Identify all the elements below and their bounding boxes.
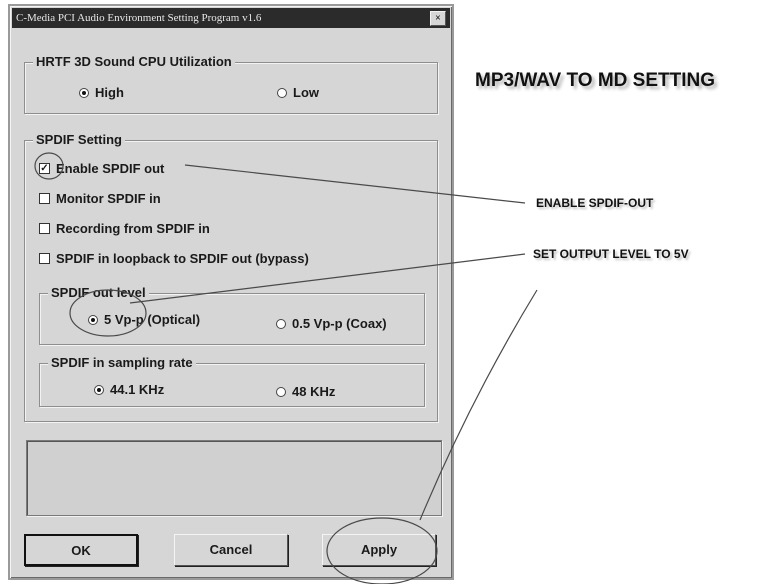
spdif-loopback-label: SPDIF in loopback to SPDIF out (bypass) xyxy=(56,251,309,266)
hrtf-legend: HRTF 3D Sound CPU Utilization xyxy=(33,54,235,69)
status-panel xyxy=(26,440,442,516)
ok-button[interactable]: OK xyxy=(24,534,138,566)
hrtf-low-radio[interactable]: Low xyxy=(277,85,319,100)
monitor-spdif-in-checkbox[interactable]: Monitor SPDIF in xyxy=(39,191,161,206)
sampling-48-radio[interactable]: 48 KHz xyxy=(276,384,335,399)
window-title: C-Media PCI Audio Environment Setting Pr… xyxy=(16,12,262,24)
enable-spdif-out-label: Enable SPDIF out xyxy=(56,161,165,176)
hrtf-group: HRTF 3D Sound CPU Utilization High Low xyxy=(24,54,438,114)
spdif-legend: SPDIF Setting xyxy=(33,132,125,147)
recording-from-spdif-in-checkbox[interactable]: Recording from SPDIF in xyxy=(39,221,210,236)
close-button[interactable]: × xyxy=(430,11,446,26)
apply-button[interactable]: Apply xyxy=(322,534,436,566)
radio-selected-icon xyxy=(88,314,98,325)
out-level-5v-radio[interactable]: 5 Vp-p (Optical) xyxy=(88,312,200,327)
sampling-48-label: 48 KHz xyxy=(292,384,336,399)
radio-unselected-icon xyxy=(276,318,286,329)
monitor-spdif-in-label: Monitor SPDIF in xyxy=(56,191,161,206)
hrtf-low-label: Low xyxy=(293,85,319,100)
out-level-5v-label: 5 Vp-p (Optical) xyxy=(104,312,201,327)
spdif-out-level-legend: SPDIF out level xyxy=(48,285,149,300)
cancel-button[interactable]: Cancel xyxy=(174,534,288,566)
checkbox-unchecked-icon xyxy=(39,193,50,204)
spdif-sampling-rate-group: SPDIF in sampling rate 44.1 KHz 48 KHz xyxy=(39,355,425,407)
settings-dialog: C-Media PCI Audio Environment Setting Pr… xyxy=(8,4,454,580)
annotation-heading: MP3/WAV TO MD SETTING xyxy=(475,70,715,91)
radio-unselected-icon xyxy=(277,87,287,98)
out-level-05v-label: 0.5 Vp-p (Coax) xyxy=(292,316,387,331)
hrtf-high-radio[interactable]: High xyxy=(79,85,124,100)
out-level-05v-radio[interactable]: 0.5 Vp-p (Coax) xyxy=(276,316,387,331)
title-bar: C-Media PCI Audio Environment Setting Pr… xyxy=(12,8,450,28)
checkbox-unchecked-icon xyxy=(39,223,50,234)
radio-unselected-icon xyxy=(276,386,286,397)
sampling-441-radio[interactable]: 44.1 KHz xyxy=(94,382,164,397)
close-icon: × xyxy=(435,13,441,24)
checkbox-checked-icon: ✓ xyxy=(39,163,50,174)
hrtf-high-label: High xyxy=(95,85,124,100)
spdif-group: SPDIF Setting ✓ Enable SPDIF out Monitor… xyxy=(24,132,438,422)
radio-selected-icon xyxy=(79,87,89,98)
sampling-441-label: 44.1 KHz xyxy=(110,382,165,397)
enable-spdif-out-checkbox[interactable]: ✓ Enable SPDIF out xyxy=(39,161,164,176)
recording-from-spdif-in-label: Recording from SPDIF in xyxy=(56,221,210,236)
radio-selected-icon xyxy=(94,384,104,395)
spdif-sampling-rate-legend: SPDIF in sampling rate xyxy=(48,355,196,370)
spdif-out-level-group: SPDIF out level 5 Vp-p (Optical) 0.5 Vp-… xyxy=(39,285,425,345)
spdif-loopback-checkbox[interactable]: SPDIF in loopback to SPDIF out (bypass) xyxy=(39,251,309,266)
callout-set-output-level: SET OUTPUT LEVEL TO 5V xyxy=(533,247,689,261)
callout-enable-spdif-out: ENABLE SPDIF-OUT xyxy=(536,196,654,210)
checkbox-unchecked-icon xyxy=(39,253,50,264)
